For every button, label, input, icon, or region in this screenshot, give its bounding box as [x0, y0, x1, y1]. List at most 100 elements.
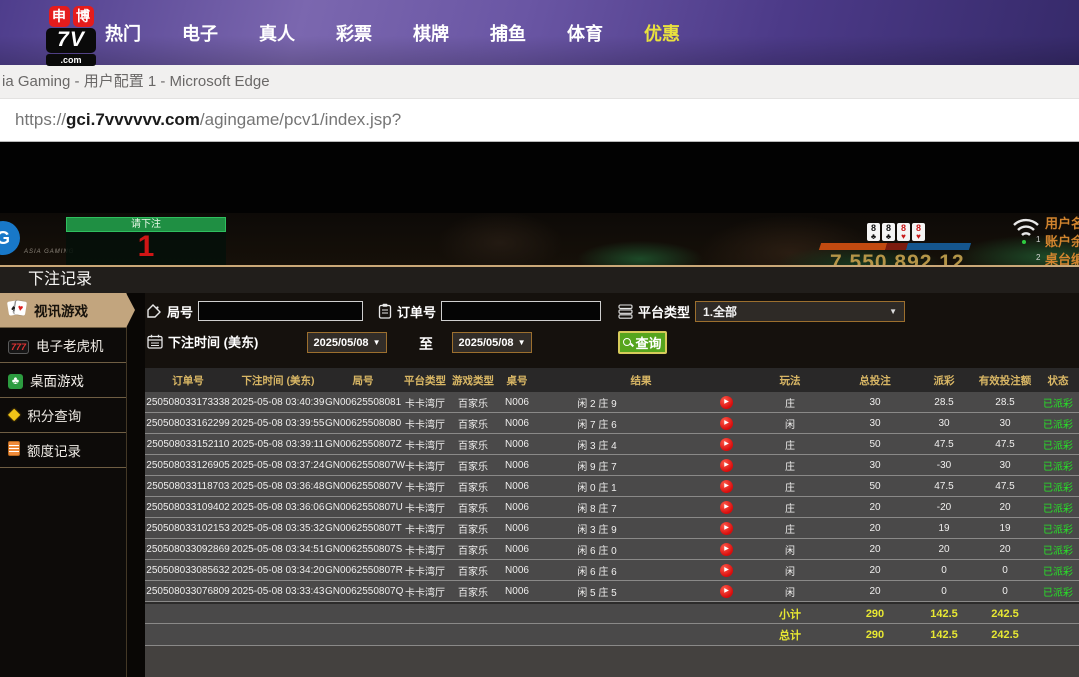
column-header: 游戏类型 — [452, 374, 494, 387]
play-icon[interactable]: ▶ — [720, 479, 733, 493]
nav-item-5[interactable]: 棋牌 — [413, 20, 449, 46]
sidebar-item-label: 额度记录 — [27, 444, 81, 459]
sidebar-item-4[interactable]: ◆ 积分查询 — [0, 398, 126, 433]
platform-filter-group: 平台类型 1.全部 ▼ — [618, 301, 906, 322]
url-path: /agingame/pcv1/index.jsp? — [199, 110, 402, 129]
column-header: 订单号 — [172, 374, 204, 387]
valid-bet-cell: 30 — [999, 417, 1011, 429]
playing-card: 8 ♥ — [912, 223, 925, 241]
search-button-label: 查询 — [635, 336, 662, 351]
result-text: 闲 9 庄 7 — [577, 461, 617, 473]
nav-item-4[interactable]: 彩票 — [336, 20, 372, 46]
table-row: 250508033162299 2025-05-08 03:39:55 GN0062… — [145, 413, 1079, 434]
round-input[interactable] — [198, 301, 364, 321]
play-type-cell: 闲 — [785, 419, 795, 431]
play-icon[interactable]: ▶ — [720, 521, 733, 535]
result-text: 闲 3 庄 4 — [577, 440, 617, 452]
order-input[interactable] — [441, 301, 602, 321]
status-badge: 已派彩 — [1043, 419, 1073, 431]
game-cell: 百家乐 — [458, 461, 488, 473]
nav-item-6[interactable]: 捕鱼 — [490, 20, 526, 46]
play-type-cell: 庄 — [785, 440, 795, 452]
nav-item-7[interactable]: 体育 — [567, 20, 603, 46]
nav-item-3[interactable]: 真人 — [259, 20, 295, 46]
bet-cell: 50 — [869, 438, 881, 450]
connection-dot — [1022, 240, 1026, 244]
column-header: 桌号 — [506, 374, 528, 387]
subtotal-row: 小计 290 142.5 242.5 — [145, 602, 1079, 624]
page-title: 下注记录 — [28, 271, 93, 288]
page-black-strip — [0, 142, 1079, 213]
panel-title-bar: 下注记录 — [0, 265, 1079, 293]
sidebar-item-2[interactable]: 777 电子老虎机 — [0, 328, 126, 363]
bet-cell: 20 — [869, 543, 881, 555]
play-icon[interactable]: ▶ — [720, 395, 733, 409]
sidebar-item-3[interactable]: ♣ 桌面游戏 — [0, 363, 126, 398]
platform-select[interactable]: 1.全部 ▼ — [695, 301, 906, 322]
play-icon[interactable]: ▶ — [720, 542, 733, 556]
sidebar-item-1[interactable]: ♠ ♥ 视讯游戏 — [0, 293, 135, 328]
order-cell: 250508033173338 — [146, 396, 230, 408]
round-cell: GN0062550807T — [325, 522, 402, 534]
play-icon[interactable]: ▶ — [720, 500, 733, 514]
round-cell: GN0062550807U — [325, 501, 403, 513]
result-text: 闲 0 庄 1 — [577, 482, 617, 494]
platform-cell: 卡卡湾厅 — [405, 398, 445, 410]
table-row: 250508033102153 2025-05-08 03:35:32 GN0062… — [145, 518, 1079, 539]
game-cell: 百家乐 — [458, 503, 488, 515]
status-badge: 已派彩 — [1043, 566, 1073, 578]
playing-card: 8 ♣ — [882, 223, 895, 241]
payout-cell: 0 — [941, 564, 947, 576]
valid-bet-cell: 47.5 — [995, 438, 1015, 450]
countdown-number: 1 — [137, 230, 155, 263]
order-cell: 250508033092869 — [146, 543, 230, 555]
time-cell: 2025-05-08 03:33:43 — [231, 585, 325, 597]
screen: 申 博 7V .com 热门 电子 真人 彩票 棋牌 捕鱼 体育 优惠 ia Gaming -… — [0, 0, 1079, 677]
content-panel: 局号 订单号 平台类型 1.全部 ▼ 下注时间 (美东) 2025/05/08 … — [145, 293, 1079, 677]
main-area: ♠ ♥ 视讯游戏 777 电子老虎机 ♣ 桌面游戏 ◆ 积分查询 额度记录 局号 订单号 — [0, 293, 1079, 677]
column-header: 下注时间 (美东) — [241, 374, 315, 387]
date-to-value: 2025/05/08 — [458, 336, 514, 349]
game-cell: 百家乐 — [458, 566, 488, 578]
site-logo[interactable]: 申 博 7V .com — [45, 6, 97, 66]
url-domain: gci.7vvvvvv.com — [66, 110, 200, 129]
nav-item-8[interactable]: 优惠 — [644, 20, 680, 46]
slot-777-icon: 777 — [8, 338, 30, 354]
calendar-icon — [147, 334, 163, 349]
play-icon[interactable]: ▶ — [720, 416, 733, 430]
round-cell: GN00625508081 — [325, 396, 402, 408]
search-button[interactable]: 查询 — [618, 331, 667, 354]
nav-item-2[interactable]: 电子 — [182, 20, 218, 46]
total-bet: 290 — [865, 607, 885, 620]
browser-address-bar[interactable]: https://gci.7vvvvvv.com/agingame/pcv1/in… — [0, 99, 1079, 142]
table-row: 250508033118703 2025-05-08 03:36:48 GN0062… — [145, 476, 1079, 497]
valid-bet-cell: 47.5 — [995, 480, 1015, 492]
nav-item-1[interactable]: 热门 — [105, 20, 141, 46]
time-cell: 2025-05-08 03:37:24 — [231, 459, 325, 471]
time-cell: 2025-05-08 03:36:48 — [231, 480, 325, 492]
game-cell: 百家乐 — [458, 524, 488, 536]
clipboard-icon — [378, 303, 392, 319]
result-text: 闲 8 庄 7 — [577, 503, 617, 515]
platform-cell: 卡卡湾厅 — [405, 524, 445, 536]
platform-cell: 卡卡湾厅 — [405, 566, 445, 578]
jackpot-amount: 7,550,892.12 — [830, 251, 965, 265]
sidebar-item-5[interactable]: 额度记录 — [0, 433, 126, 468]
status-badge: 已派彩 — [1043, 587, 1073, 599]
sidebar-item-label: 桌面游戏 — [30, 374, 84, 389]
play-icon[interactable]: ▶ — [720, 458, 733, 472]
result-text: 闲 2 庄 9 — [577, 398, 617, 410]
result-text: 闲 3 庄 9 — [577, 524, 617, 536]
play-icon[interactable]: ▶ — [720, 563, 733, 577]
table-row: 250508033126905 2025-05-08 03:37:24 GN0062… — [145, 455, 1079, 476]
table-no-cell: N006 — [505, 585, 529, 597]
play-icon[interactable]: ▶ — [720, 584, 733, 598]
date-to-select[interactable]: 2025/05/08 ▼ — [452, 332, 532, 353]
platform-cell: 卡卡湾厅 — [405, 440, 445, 452]
date-from-select[interactable]: 2025/05/08 ▼ — [307, 332, 387, 353]
total-valid: 242.5 — [991, 628, 1019, 641]
logo-7v: 7V — [46, 28, 96, 53]
result-cell: 闲 8 庄 7 ▶ — [537, 497, 745, 517]
play-icon[interactable]: ▶ — [720, 437, 733, 451]
valid-bet-cell: 0 — [1002, 585, 1008, 597]
